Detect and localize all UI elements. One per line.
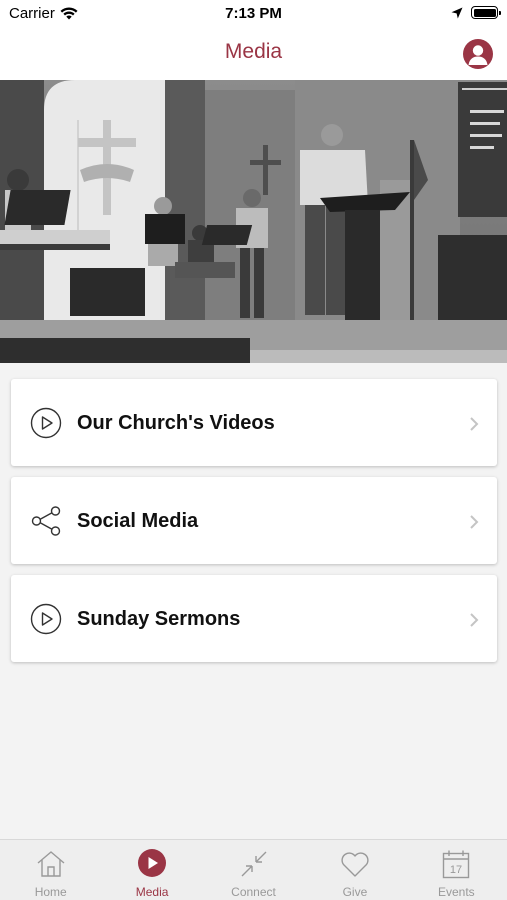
page-title: Media xyxy=(224,40,283,63)
status-bar: Carrier 7:13 PM xyxy=(0,0,507,28)
nav-bar: Media xyxy=(0,28,507,80)
tab-label: Events xyxy=(437,885,475,899)
heart-icon xyxy=(341,852,369,877)
chevron-right-icon xyxy=(470,515,479,529)
chevron-right-icon xyxy=(470,613,479,627)
calendar-icon: 17 xyxy=(443,850,470,879)
tab-label: Connect xyxy=(231,885,276,899)
menu-item-social-media[interactable]: Social Media xyxy=(11,477,497,564)
tab-bar: Home Media Connect Give 17 Events xyxy=(0,839,507,900)
profile-button[interactable] xyxy=(463,39,493,69)
battery-icon xyxy=(471,6,501,19)
tab-label: Give xyxy=(342,885,368,899)
menu-item-label: Our Church's Videos xyxy=(77,412,275,434)
menu-item-church-videos[interactable]: Our Church's Videos xyxy=(11,379,497,466)
chevron-right-icon xyxy=(470,417,479,431)
tab-events[interactable]: 17 Events xyxy=(406,840,507,900)
tab-label: Home xyxy=(34,885,67,899)
play-circle-icon xyxy=(30,603,62,635)
tab-give[interactable]: Give xyxy=(304,840,405,900)
user-icon xyxy=(468,45,488,65)
status-right xyxy=(451,6,501,19)
menu-item-label: Social Media xyxy=(77,510,199,532)
menu-item-label: Sunday Sermons xyxy=(77,608,241,630)
church-stage-illustration xyxy=(0,80,507,363)
status-time: 7:13 PM xyxy=(225,5,282,22)
tab-connect[interactable]: Connect xyxy=(203,840,304,900)
connect-arrows-icon xyxy=(241,851,267,877)
tab-label: Media xyxy=(135,885,169,899)
media-menu-list: Our Church's Videos Social Media Sunday … xyxy=(11,379,497,673)
menu-item-sunday-sermons[interactable]: Sunday Sermons xyxy=(11,575,497,662)
play-circle-icon xyxy=(138,849,167,877)
share-icon xyxy=(31,506,61,536)
calendar-day-label: 17 xyxy=(450,864,462,876)
home-icon xyxy=(37,851,65,877)
tab-home[interactable]: Home xyxy=(0,840,101,900)
hero-image xyxy=(0,80,507,363)
tab-media[interactable]: Media xyxy=(101,840,202,900)
location-arrow-icon xyxy=(451,7,463,18)
play-circle-icon xyxy=(30,407,62,439)
